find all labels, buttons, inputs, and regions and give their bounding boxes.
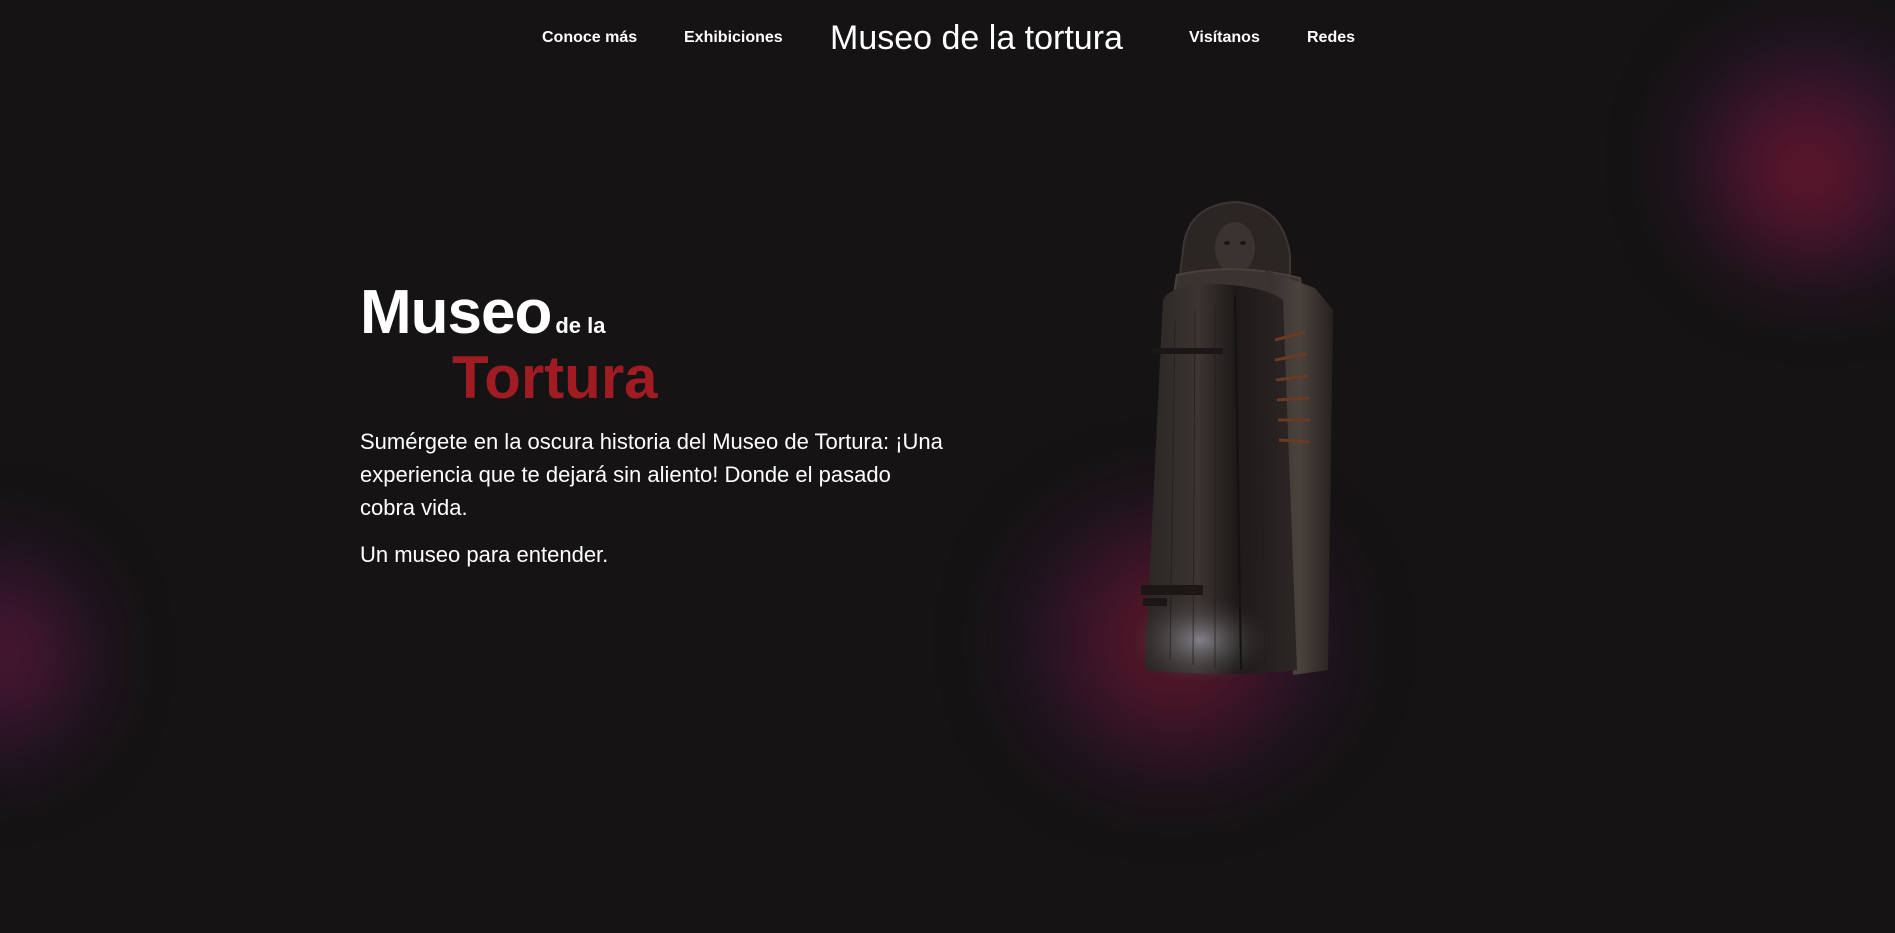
main-navigation: Conoce más Exhibiciones Museo de la tort… xyxy=(0,0,1895,80)
nav-link-visitanos[interactable]: Visítanos xyxy=(1189,29,1260,47)
hero-title-small: de la xyxy=(555,313,606,338)
nav-link-redes[interactable]: Redes xyxy=(1307,29,1355,47)
hero-description: Sumérgete en la oscura historia del Muse… xyxy=(360,429,943,520)
nav-brand-title[interactable]: Museo de la tortura xyxy=(830,19,1123,58)
nav-link-conoce-mas[interactable]: Conoce más xyxy=(542,29,637,47)
iron-maiden-sculpture-image xyxy=(1130,200,1333,680)
ambient-glow-left xyxy=(0,540,90,770)
hero-title-red: Tortura xyxy=(452,344,658,411)
hero-tagline: Un museo para entender. xyxy=(360,542,609,567)
nav-link-exhibiciones[interactable]: Exhibiciones xyxy=(684,29,783,47)
hero-title-main: Museo xyxy=(360,278,552,347)
page: Conoce más Exhibiciones Museo de la tort… xyxy=(0,0,1895,933)
